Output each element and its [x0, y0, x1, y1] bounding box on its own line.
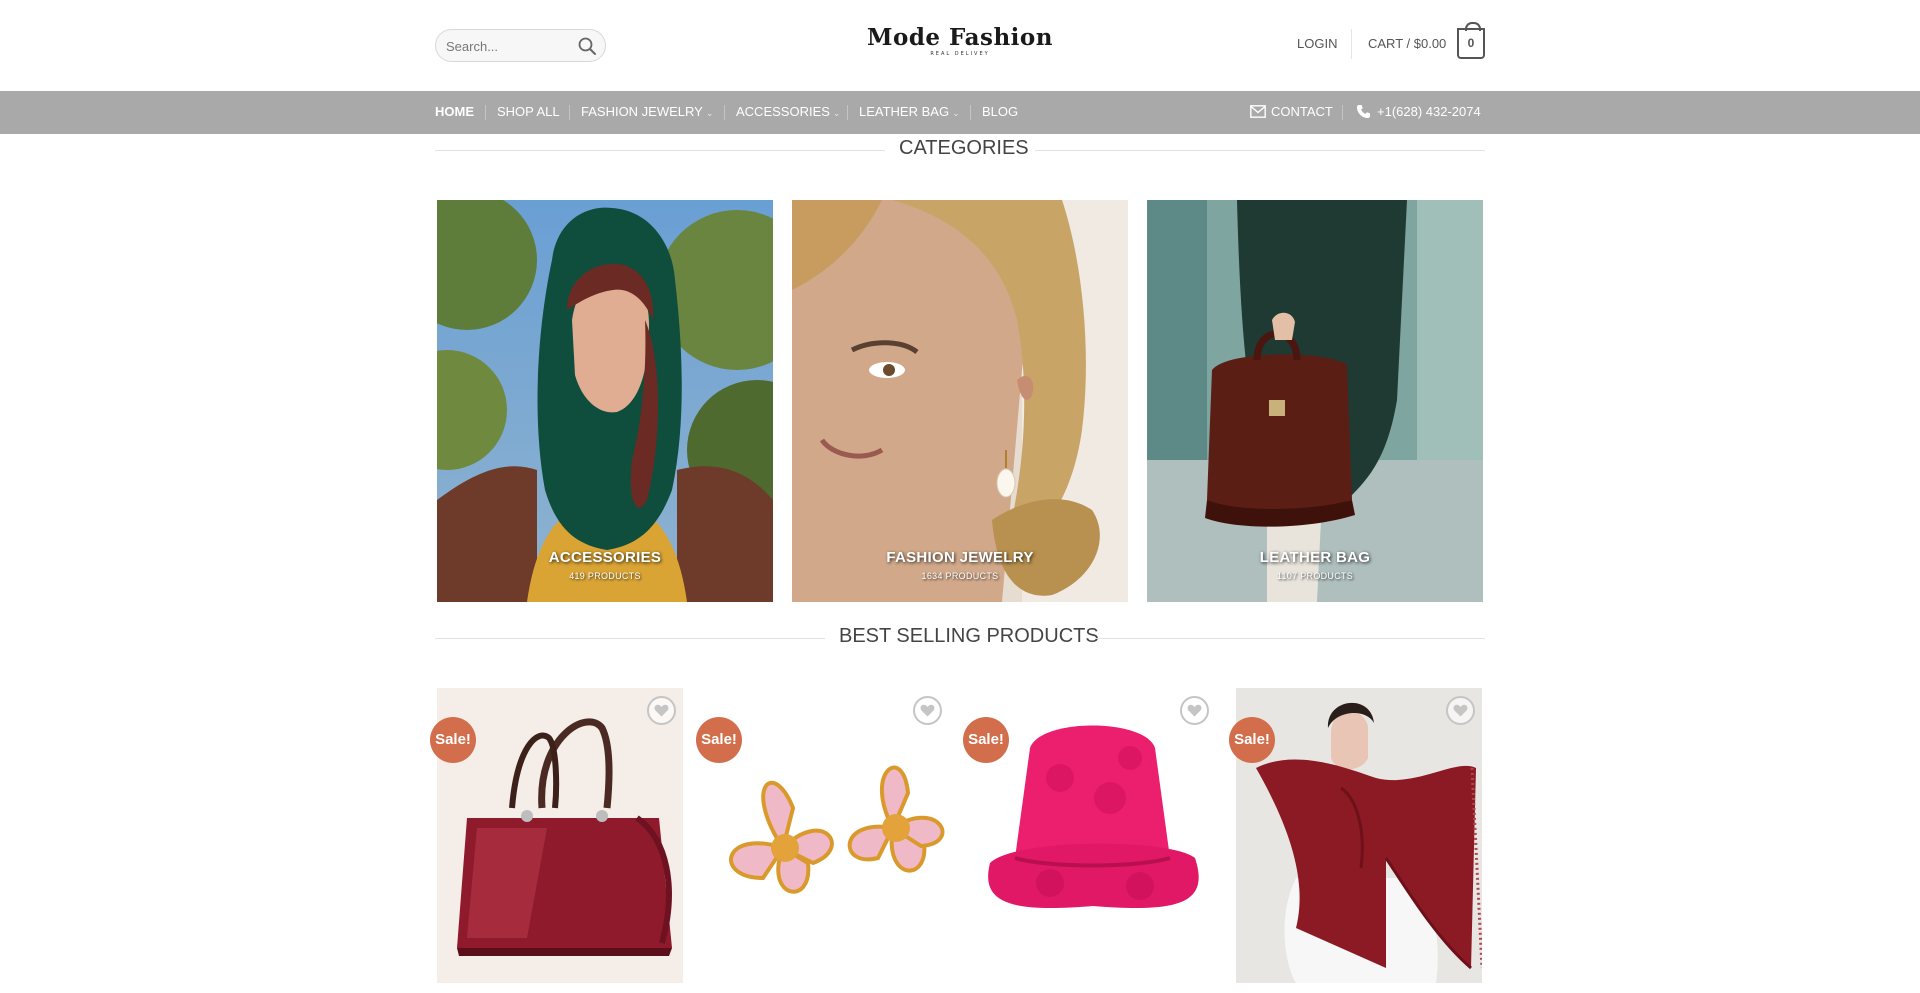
category-image-accessories	[437, 200, 773, 602]
phone-link[interactable]: +1(628) 432-2074	[1377, 104, 1481, 119]
nav-item-label: LEATHER BAG	[859, 104, 950, 119]
title-divider	[1035, 150, 1485, 151]
category-image-leather-bag	[1147, 200, 1483, 602]
phone-icon	[1356, 104, 1371, 119]
sale-badge: Sale!	[696, 717, 742, 763]
logo-tagline: REAL DELIVEY	[930, 51, 990, 57]
heart-icon	[1453, 704, 1468, 717]
nav-item-label: BLOG	[982, 104, 1019, 119]
nav-divider	[970, 105, 971, 120]
sale-badge: Sale!	[1229, 717, 1275, 763]
sale-badge: Sale!	[430, 717, 476, 763]
nav-item-accessories[interactable]: ACCESSORIES ⌄	[736, 104, 840, 119]
title-divider	[1095, 638, 1485, 639]
chevron-down-icon: ⌄	[832, 108, 841, 118]
chevron-down-icon: ⌄	[952, 108, 960, 118]
categories-heading: CATEGORIES	[899, 137, 1029, 159]
nav-item-label: ACCESSORIES	[736, 104, 830, 119]
best-selling-heading: BEST SELLING PRODUCTS	[839, 625, 1099, 647]
contact-link[interactable]: CONTACT	[1271, 104, 1333, 119]
cart-link[interactable]: CART / $0.00	[1368, 36, 1446, 51]
nav-item-label: FASHION JEWELRY	[581, 104, 703, 119]
nav-item-label: HOME	[435, 104, 474, 119]
heart-icon	[1187, 704, 1202, 717]
chevron-down-icon: ⌄	[705, 108, 714, 118]
nav-item-fashion-jewelry[interactable]: FASHION JEWELRY ⌄	[581, 104, 713, 119]
best-selling-section-title: BEST SELLING PRODUCTS	[435, 623, 1485, 653]
search-icon[interactable]	[577, 36, 597, 56]
nav-item-blog[interactable]: BLOG	[982, 104, 1018, 119]
search-box[interactable]	[435, 29, 606, 62]
wishlist-button[interactable]	[647, 696, 676, 725]
nav-divider	[485, 105, 486, 120]
category-label: LEATHER BAG	[1259, 549, 1371, 566]
category-tile-leather-bag[interactable]: LEATHER BAG 1107 PRODUCTS	[1147, 200, 1483, 602]
search-input[interactable]	[446, 36, 571, 56]
nav-divider	[569, 105, 570, 120]
category-count: 419 PRODUCTS	[569, 571, 641, 581]
wishlist-button[interactable]	[1180, 696, 1209, 725]
logo-name: Mode Fashion	[867, 24, 1053, 51]
main-nav: HOME SHOP ALL FASHION JEWELRY ⌄ ACCESSORI…	[0, 91, 1920, 134]
category-label: FASHION JEWELRY	[886, 549, 1034, 566]
heart-icon	[920, 704, 935, 717]
category-count: 1634 PRODUCTS	[921, 571, 999, 581]
nav-divider	[724, 105, 725, 120]
nav-divider	[847, 105, 848, 120]
cart-count-badge[interactable]: 0	[1457, 22, 1485, 59]
categories-section-title: CATEGORIES	[435, 135, 1485, 165]
page: Mode Fashion REAL DELIVEY LOGIN CART / $…	[0, 0, 1920, 993]
category-count: 1107 PRODUCTS	[1276, 571, 1354, 581]
category-tile-accessories[interactable]: ACCESSORIES 419 PRODUCTS	[437, 200, 773, 602]
nav-item-label: SHOP ALL	[497, 104, 560, 119]
site-header: Mode Fashion REAL DELIVEY LOGIN CART / $…	[0, 0, 1920, 91]
nav-item-leather-bag[interactable]: LEATHER BAG ⌄	[859, 104, 960, 119]
title-divider	[435, 150, 885, 151]
envelope-icon	[1250, 105, 1266, 118]
sale-badge: Sale!	[963, 717, 1009, 763]
category-tile-fashion-jewelry[interactable]: FASHION JEWELRY 1634 PRODUCTS	[792, 200, 1128, 602]
title-divider	[435, 638, 825, 639]
header-divider	[1351, 29, 1352, 59]
login-link[interactable]: LOGIN	[1297, 36, 1337, 51]
site-logo[interactable]: Mode Fashion REAL DELIVEY	[840, 24, 1080, 58]
nav-item-shop-all[interactable]: SHOP ALL	[497, 104, 560, 119]
nav-divider	[1342, 105, 1343, 120]
wishlist-button[interactable]	[913, 696, 942, 725]
heart-icon	[654, 704, 669, 717]
wishlist-button[interactable]	[1446, 696, 1475, 725]
nav-item-home[interactable]: HOME	[435, 104, 474, 119]
category-label: ACCESSORIES	[548, 549, 662, 566]
category-image-fashion-jewelry	[792, 200, 1128, 602]
